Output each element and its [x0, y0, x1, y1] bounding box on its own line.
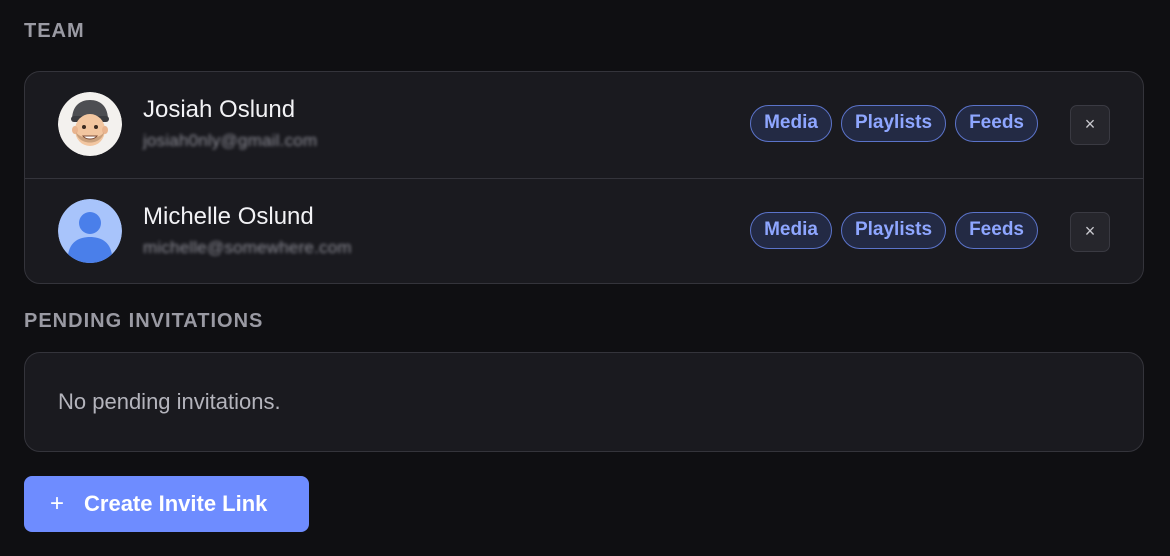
- pending-invitations-card: No pending invitations.: [24, 352, 1144, 452]
- permission-chip-feeds[interactable]: Feeds: [955, 105, 1038, 142]
- empty-state-message: No pending invitations.: [58, 389, 281, 414]
- remove-member-button[interactable]: ×: [1070, 212, 1110, 252]
- permission-chip-media[interactable]: Media: [750, 105, 832, 142]
- team-members-card: Josiah Oslund josiah0nly@gmail.com Media…: [24, 71, 1144, 284]
- invite-button-label: Create Invite Link: [84, 491, 268, 516]
- permission-chip-feeds[interactable]: Feeds: [955, 212, 1038, 249]
- permission-chips: Media Playlists Feeds: [750, 212, 1038, 249]
- team-settings-panel: TEAM Josiah Oslund josiah0nly@gmail.com …: [0, 0, 1170, 556]
- memoji-avatar: [58, 92, 122, 156]
- team-heading: TEAM: [24, 20, 85, 42]
- team-member-row: Josiah Oslund josiah0nly@gmail.com Media…: [25, 72, 1143, 178]
- close-icon: ×: [1084, 221, 1096, 241]
- permission-chips: Media Playlists Feeds: [750, 105, 1038, 142]
- member-name: Josiah Oslund: [143, 96, 296, 123]
- default-person-avatar: [58, 199, 122, 263]
- member-email: josiah0nly@gmail.com: [143, 131, 318, 150]
- permission-chip-playlists[interactable]: Playlists: [840, 212, 947, 249]
- close-icon: ×: [1084, 114, 1096, 134]
- permission-chip-playlists[interactable]: Playlists: [840, 105, 947, 142]
- create-invite-link-button[interactable]: + Create Invite Link: [24, 476, 309, 532]
- pending-invitations-heading: PENDING INVITATIONS: [24, 310, 264, 332]
- plus-icon: +: [50, 490, 65, 517]
- member-name: Michelle Oslund: [143, 203, 314, 230]
- member-email: michelle@somewhere.com: [143, 238, 352, 257]
- remove-member-button[interactable]: ×: [1070, 105, 1110, 145]
- team-member-row: Michelle Oslund michelle@somewhere.com M…: [25, 178, 1143, 284]
- permission-chip-media[interactable]: Media: [750, 212, 832, 249]
